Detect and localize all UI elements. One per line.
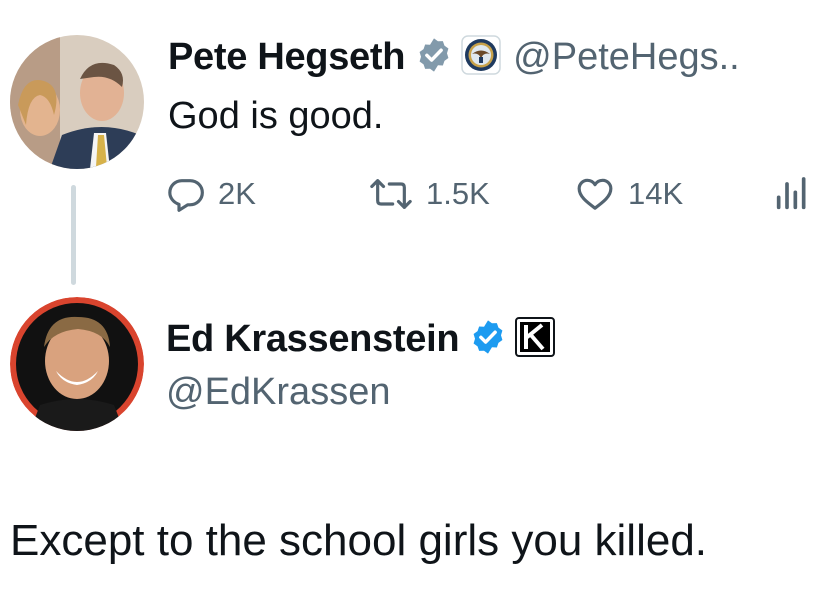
reply-button[interactable]: 2K <box>166 172 256 216</box>
views-icon <box>776 177 806 210</box>
like-count: 14K <box>628 176 684 211</box>
like-icon <box>577 178 613 210</box>
reply-author-name[interactable]: Ed Krassenstein <box>166 318 460 361</box>
author-handle[interactable]: @PeteHegs.. <box>513 36 740 79</box>
reply-tweet-header: Ed Krassenstein <box>166 315 556 363</box>
avatar-pete-hegseth[interactable] <box>10 35 144 169</box>
reply-author-handle[interactable]: @EdKrassen <box>166 371 390 414</box>
original-tweet-header: Pete Hegseth @PeteHegs.. <box>168 33 740 81</box>
verified-icon <box>415 36 453 79</box>
reply-count: 2K <box>218 176 256 211</box>
verified-icon <box>469 318 507 361</box>
like-button[interactable]: 14K <box>574 172 683 216</box>
views-button[interactable] <box>770 172 822 216</box>
affiliate-seal-icon[interactable] <box>461 34 501 80</box>
k-logo-icon[interactable] <box>515 316 556 362</box>
original-tweet-text: God is good. <box>168 95 384 137</box>
retweet-button[interactable]: 1.5K <box>368 172 490 216</box>
reply-tweet-text: Except to the school girls you killed. <box>10 516 708 565</box>
thread-connector-line <box>71 185 76 285</box>
avatar-ed-krassenstein[interactable] <box>10 297 144 431</box>
retweet-icon <box>370 179 412 209</box>
author-name[interactable]: Pete Hegseth <box>168 36 405 79</box>
retweet-count: 1.5K <box>426 176 490 211</box>
reply-icon <box>168 179 204 212</box>
